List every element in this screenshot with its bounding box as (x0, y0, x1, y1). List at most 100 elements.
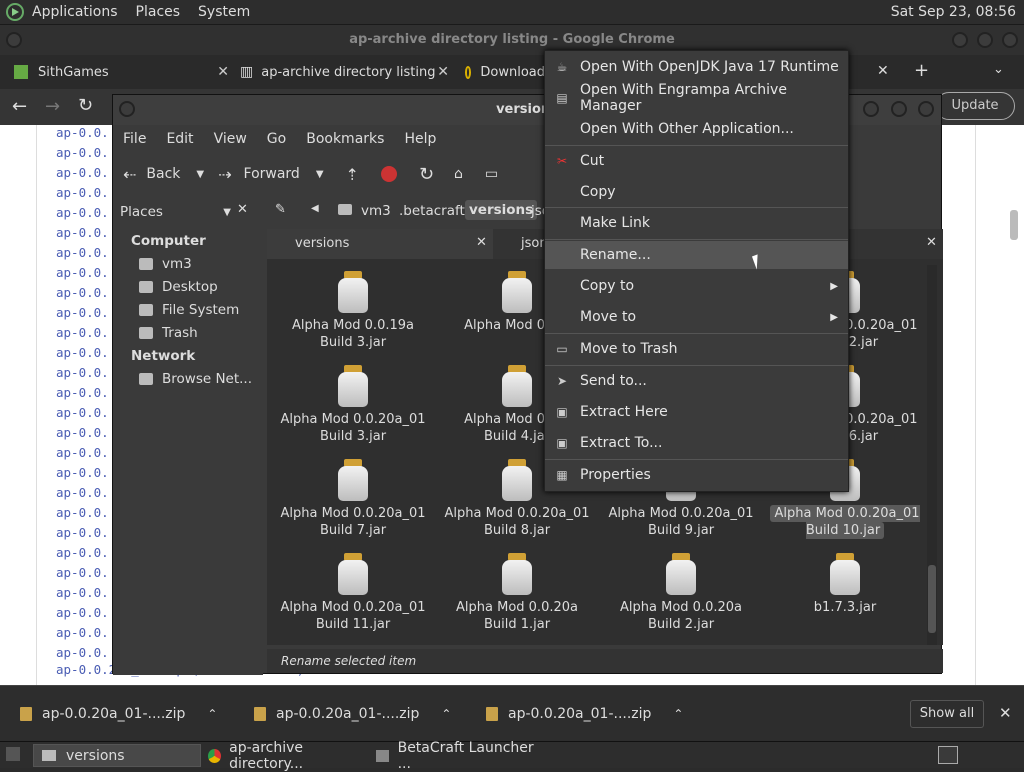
page-link[interactable]: ap-0.0. (56, 365, 109, 380)
window-menu-icon[interactable] (6, 32, 22, 48)
page-link[interactable]: ap-0.0. (56, 605, 109, 620)
page-link[interactable]: ap-0.0. (56, 385, 109, 400)
clock[interactable]: Sat Sep 23, 08:56 (891, 4, 1016, 20)
tab-search-chevron-icon[interactable]: ⌄ (993, 62, 1004, 77)
menu-item-move-to-trash[interactable]: ▭ Move to Trash (545, 335, 848, 363)
download-item[interactable]: ap-0.0.20a_01-....zip ⌃ (0, 686, 232, 742)
page-link[interactable]: ap-0.0. (56, 425, 109, 440)
back-icon[interactable]: ⇠ (123, 165, 136, 184)
mate-logo-icon[interactable] (6, 3, 24, 21)
file-item[interactable]: b1.7.3.jar (763, 553, 927, 616)
show-all-button[interactable]: Show all (910, 700, 984, 728)
places-select[interactable]: Places ▼ (117, 201, 231, 223)
page-link[interactable]: ap-0.0. (56, 125, 109, 140)
back-button[interactable]: Back (146, 166, 180, 182)
menu-file[interactable]: File (123, 131, 146, 147)
sidebar-item-browse-network[interactable]: Browse Net... (139, 371, 252, 387)
fm-scrollbar[interactable] (927, 265, 937, 645)
download-item[interactable]: ap-0.0.20a_01-....zip ⌃ (234, 686, 466, 742)
applications-menu[interactable]: Applications (32, 4, 118, 20)
chevron-up-icon[interactable]: ⌃ (207, 707, 217, 721)
close-window-button[interactable] (1002, 32, 1018, 48)
page-link[interactable]: ap-0.0. (56, 245, 109, 260)
menu-item-open-with-other-application[interactable]: Open With Other Application... (545, 115, 848, 143)
chevron-up-icon[interactable]: ⌃ (673, 707, 683, 721)
reload-icon[interactable]: ↻ (419, 164, 434, 185)
home-icon[interactable]: ⌂ (454, 166, 463, 182)
page-link[interactable]: ap-0.0. (56, 445, 109, 460)
menu-item-copy-to[interactable]: Copy to ▶ (545, 272, 848, 300)
new-tab-icon[interactable]: + (914, 60, 929, 81)
page-link[interactable]: ap-0.0. (56, 305, 109, 320)
tab-sithgames[interactable]: SithGames ✕ (14, 55, 229, 89)
breadcrumb-vm3[interactable]: vm3 (361, 203, 391, 219)
forward-arrow-icon[interactable]: → (45, 96, 60, 117)
taskbar-item-versions[interactable]: versions (33, 744, 201, 767)
page-link[interactable]: ap-0.0. (56, 505, 109, 520)
breadcrumb-versions[interactable]: versions (465, 200, 538, 220)
reload-icon[interactable]: ↻ (78, 95, 93, 116)
menu-item-extract-to[interactable]: ▣ Extract To... (545, 429, 848, 457)
page-link[interactable]: ap-0.0. (56, 265, 109, 280)
menu-item-open-with-openjdk-java-17-runtime[interactable]: ☕ Open With OpenJDK Java 17 Runtime (545, 53, 848, 81)
page-link[interactable]: ap-0.0. (56, 345, 109, 360)
minimize-button[interactable] (863, 101, 879, 117)
file-item[interactable]: Alpha Mod 0.0.20a_01 Build 3.jar (271, 365, 435, 445)
menu-help[interactable]: Help (404, 131, 436, 147)
chevron-up-icon[interactable]: ⌃ (441, 707, 451, 721)
menu-item-extract-here[interactable]: ▣ Extract Here (545, 398, 848, 426)
up-icon[interactable]: ⇡ (346, 165, 359, 184)
page-link[interactable]: ap-0.0. (56, 545, 109, 560)
taskbar-item-chrome[interactable]: ap-archive directory... (206, 740, 372, 772)
update-button[interactable]: Update (935, 92, 1015, 120)
tab-ap-archive[interactable]: ▥ ap-archive directory listing ✕ (240, 55, 465, 89)
menu-go[interactable]: Go (267, 131, 286, 147)
places-menu[interactable]: Places (136, 4, 181, 20)
taskbar-item-betacraft[interactable]: BetaCraft Launcher ... (376, 740, 536, 772)
sidebar-item-vm3[interactable]: vm3 (139, 256, 192, 272)
page-scrollbar-thumb[interactable] (1010, 210, 1018, 240)
menu-item-rename[interactable]: Rename... (545, 241, 848, 269)
page-link[interactable]: ap-0.0. (56, 585, 109, 600)
file-item[interactable]: Alpha Mod 0.0.20a_01 Build 7.jar (271, 459, 435, 539)
page-link[interactable]: ap-0.0. (56, 645, 109, 660)
close-tab-icon[interactable]: ✕ (217, 64, 229, 80)
menu-view[interactable]: View (214, 131, 247, 147)
close-tab-icon[interactable]: ✕ (437, 64, 449, 80)
menu-item-properties[interactable]: ▦ Properties (545, 461, 848, 489)
page-link[interactable]: ap-0.0. (56, 325, 109, 340)
stop-icon[interactable] (380, 166, 397, 182)
sidebar-item-filesystem[interactable]: File System (139, 302, 239, 318)
window-menu-icon[interactable] (119, 101, 135, 117)
menu-bookmarks[interactable]: Bookmarks (306, 131, 384, 147)
breadcrumb-left-icon[interactable]: ◀ (311, 203, 319, 214)
download-item[interactable]: ap-0.0.20a_01-....zip ⌃ (466, 686, 698, 742)
close-tab-icon[interactable]: ✕ (877, 63, 889, 79)
page-link[interactable]: ap-0.0. (56, 405, 109, 420)
close-tab-icon[interactable]: ✕ (926, 235, 937, 250)
page-link[interactable]: ap-0.0. (56, 485, 109, 500)
file-item[interactable]: Alpha Mod 0.0.20a Build 1.jar (435, 553, 599, 633)
menu-item-open-with-engrampa-archive-manager[interactable]: ▤ Open With Engrampa Archive Manager (545, 82, 848, 114)
computer-icon[interactable]: ▭ (485, 166, 498, 182)
menu-item-move-to[interactable]: Move to ▶ (545, 303, 848, 331)
file-item[interactable]: Alpha Mod 0.0.20a Build 2.jar (599, 553, 763, 633)
page-link[interactable]: ap-0.0. (56, 205, 109, 220)
workspace-switcher[interactable] (938, 746, 958, 764)
page-link[interactable]: ap-0.0. (56, 525, 109, 540)
close-downloads-icon[interactable]: ✕ (999, 704, 1012, 722)
file-item[interactable]: Alpha Mod 0.0.19a Build 3.jar (271, 271, 435, 351)
menu-item-send-to[interactable]: ➤ Send to... (545, 367, 848, 395)
page-link[interactable]: ap-0.0. (56, 625, 109, 640)
show-desktop-icon[interactable] (6, 747, 20, 761)
back-dropdown-icon[interactable]: ▼ (196, 169, 204, 180)
page-link[interactable]: ap-0.0. (56, 165, 109, 180)
menu-item-make-link[interactable]: Make Link (545, 209, 848, 237)
menu-item-cut[interactable]: ✂ Cut (545, 147, 848, 175)
close-window-button[interactable] (918, 101, 934, 117)
breadcrumb-betacraft[interactable]: .betacraft (399, 203, 465, 219)
page-link[interactable]: ap-0.0. (56, 465, 109, 480)
maximize-button[interactable] (891, 101, 907, 117)
page-link[interactable]: ap-0.0. (56, 285, 109, 300)
minimize-button[interactable] (952, 32, 968, 48)
